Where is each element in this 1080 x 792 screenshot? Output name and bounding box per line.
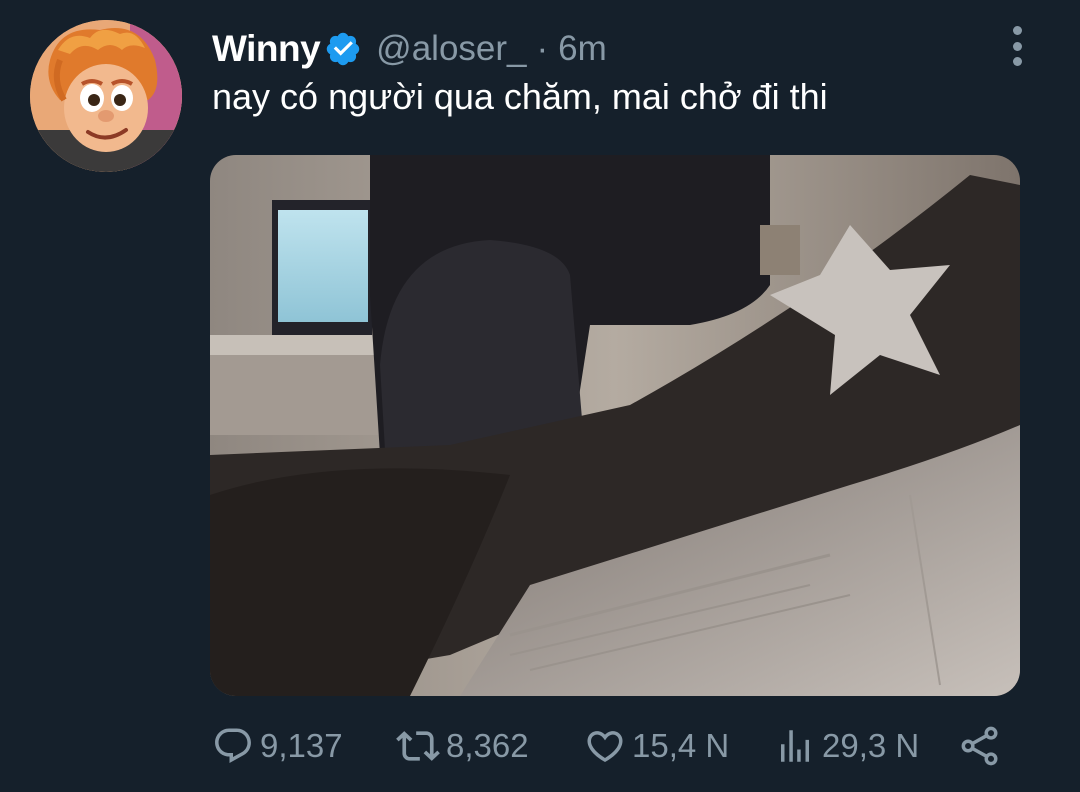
views-icon bbox=[774, 725, 816, 767]
views-count: 29,3 N bbox=[822, 727, 920, 764]
tweet-text: nay có người qua chăm, mai chở đi thi bbox=[212, 76, 828, 117]
tweet: Winny @aloser_ · 6m nay có người qua chă… bbox=[0, 0, 1080, 792]
heart-icon bbox=[584, 725, 626, 767]
like-count: 15,4 N bbox=[632, 727, 730, 764]
author-handle[interactable]: @aloser_ bbox=[376, 29, 526, 69]
tweet-actions: 9,137 8,362 15,4 N 29,3 N bbox=[212, 720, 1012, 772]
author-name[interactable]: Winny bbox=[212, 28, 321, 70]
share-icon bbox=[958, 724, 1002, 768]
more-vertical-icon[interactable] bbox=[1002, 26, 1032, 66]
tweet-timestamp[interactable]: 6m bbox=[558, 29, 607, 69]
reply-icon bbox=[212, 725, 254, 767]
reply-button[interactable]: 9,137 bbox=[212, 725, 343, 767]
tweet-photo[interactable] bbox=[210, 155, 1020, 696]
retweet-button[interactable]: 8,362 bbox=[396, 724, 529, 768]
reply-count: 9,137 bbox=[260, 727, 343, 764]
like-button[interactable]: 15,4 N bbox=[584, 725, 729, 767]
retweet-count: 8,362 bbox=[446, 727, 529, 764]
separator-dot: · bbox=[536, 29, 549, 68]
verified-badge-icon bbox=[324, 30, 362, 68]
avatar[interactable] bbox=[30, 20, 182, 172]
share-button[interactable] bbox=[958, 724, 1002, 768]
retweet-icon bbox=[396, 724, 440, 768]
views-button[interactable]: 29,3 N bbox=[774, 725, 919, 767]
tweet-header: Winny @aloser_ · 6m bbox=[212, 26, 607, 72]
